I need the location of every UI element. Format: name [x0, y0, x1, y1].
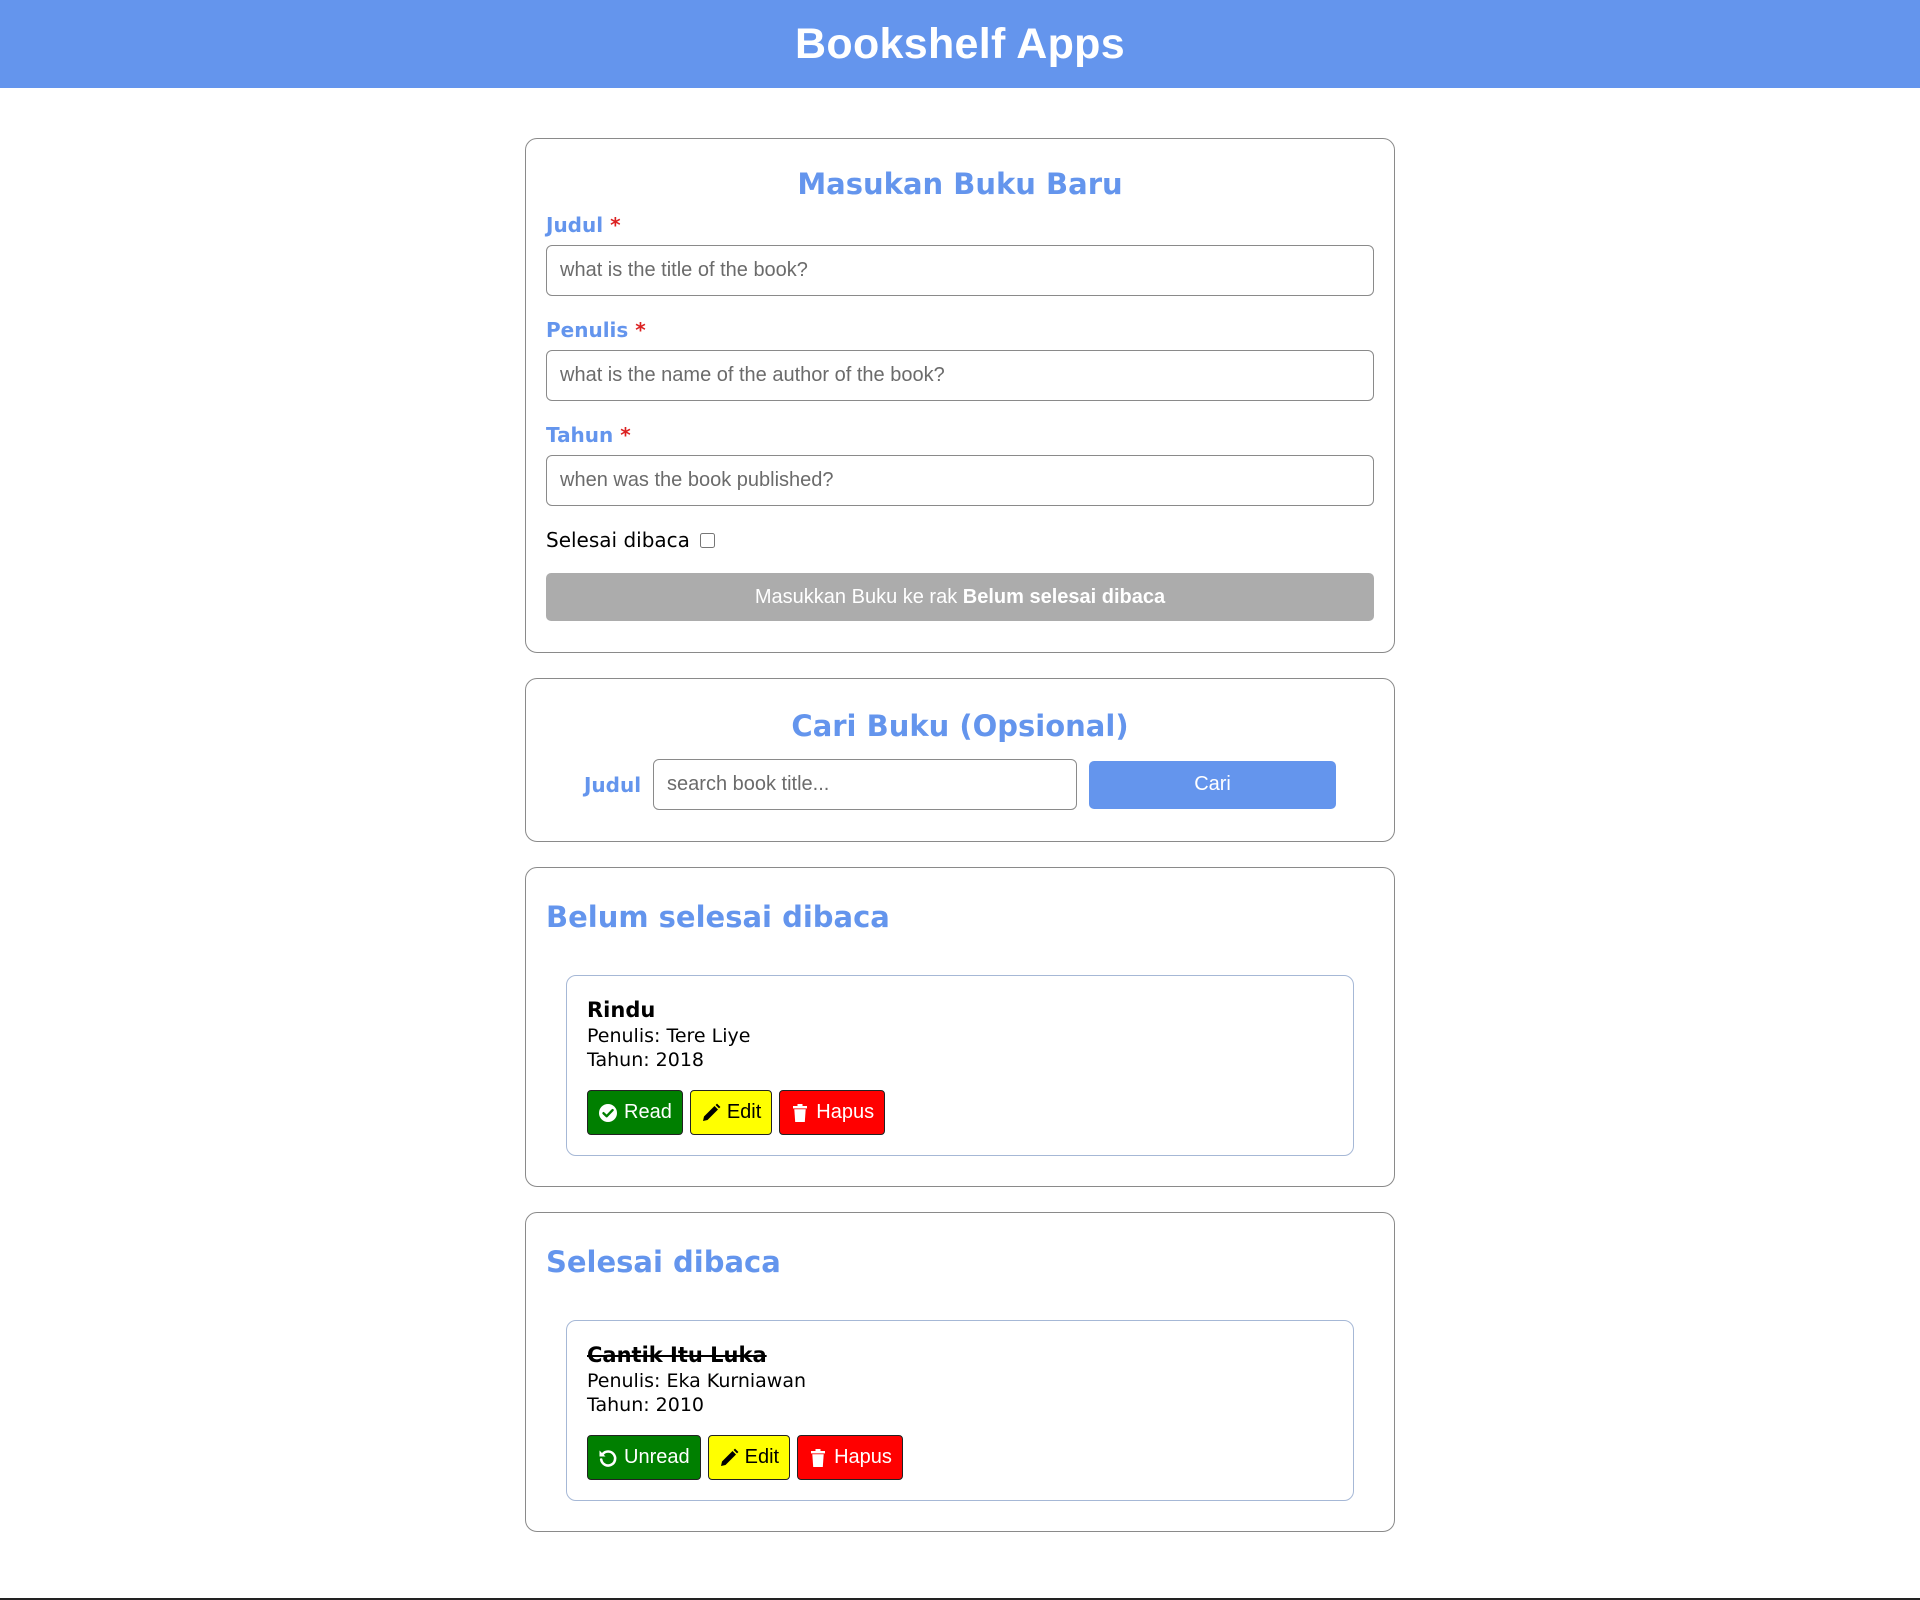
book-author: Penulis: Tere Liye	[587, 1025, 751, 1047]
trash-icon	[811, 1448, 826, 1467]
book-year-input[interactable]	[546, 455, 1374, 506]
search-section: Cari Buku (Opsional) Judul Cari	[525, 678, 1395, 842]
book-year: Tahun: 2018	[587, 1049, 705, 1071]
author-label-text: Penulis	[546, 318, 629, 342]
trash-icon	[793, 1103, 808, 1122]
submit-shelf-name: Belum selesai dibaca	[962, 585, 1166, 608]
required-mark: *	[635, 318, 646, 342]
complete-checkbox-label: Selesai dibaca	[546, 528, 690, 552]
title-field-label: Judul *	[546, 213, 1374, 237]
edit-button[interactable]: Edit	[689, 1090, 773, 1135]
book-item: Rindu Penulis: Tere Liye Tahun: 2018 Rea…	[566, 975, 1354, 1156]
book-title: Cantik Itu Luka	[587, 1343, 767, 1367]
incomplete-shelf: Belum selesai dibaca Rindu Penulis: Tere…	[525, 867, 1395, 1187]
book-actions: Read Edit Hapus	[587, 1090, 1333, 1135]
title-label-text: Judul	[546, 213, 604, 237]
author-field-label: Penulis *	[546, 318, 1374, 342]
required-mark: *	[620, 423, 631, 447]
search-section-title: Cari Buku (Opsional)	[791, 709, 1129, 743]
search-button[interactable]: Cari	[1089, 760, 1337, 809]
main-content: Masukan Buku Baru Judul * Penulis * Tahu…	[525, 138, 1395, 1532]
complete-shelf-title: Selesai dibaca	[546, 1245, 781, 1279]
edit-label: Edit	[744, 1446, 780, 1468]
rotate-left-icon	[599, 1449, 617, 1467]
year-label-text: Tahun	[546, 423, 614, 447]
complete-checkbox-row: Selesai dibaca	[546, 528, 1374, 552]
edit-button[interactable]: Edit	[707, 1435, 791, 1480]
pencil-icon	[702, 1103, 721, 1121]
delete-button[interactable]: Hapus	[779, 1090, 886, 1135]
submit-book-button[interactable]: Masukkan Buku ke rak Belum selesai dibac…	[546, 573, 1374, 621]
app-header: Bookshelf Apps	[0, 0, 1920, 88]
mark-read-button[interactable]: Read	[587, 1090, 683, 1135]
search-input[interactable]	[653, 759, 1078, 810]
mark-unread-label: Unread	[624, 1446, 690, 1468]
check-circle-icon	[599, 1103, 617, 1122]
year-field-label: Tahun *	[546, 423, 1374, 447]
search-row: Judul Cari	[546, 759, 1374, 810]
complete-shelf: Selesai dibaca Cantik Itu Luka Penulis: …	[525, 1212, 1395, 1532]
required-mark: *	[610, 213, 621, 237]
edit-label: Edit	[726, 1101, 762, 1123]
search-label: Judul	[583, 772, 642, 797]
complete-checkbox[interactable]	[699, 532, 715, 548]
book-title: Rindu	[587, 998, 656, 1022]
input-book-section: Masukan Buku Baru Judul * Penulis * Tahu…	[525, 138, 1395, 653]
book-year: Tahun: 2010	[587, 1394, 705, 1416]
mark-read-label: Read	[624, 1101, 672, 1123]
book-author-input[interactable]	[546, 350, 1374, 401]
book-actions: Unread Edit Hapus	[587, 1435, 1333, 1480]
mark-unread-button[interactable]: Unread	[587, 1435, 701, 1480]
input-section-title: Masukan Buku Baru	[797, 167, 1123, 201]
delete-button[interactable]: Hapus	[797, 1435, 903, 1480]
book-title-input[interactable]	[546, 245, 1374, 296]
pencil-icon	[720, 1448, 739, 1466]
delete-label: Hapus	[834, 1446, 892, 1468]
incomplete-shelf-title: Belum selesai dibaca	[546, 900, 890, 934]
app-title: Bookshelf Apps	[795, 19, 1125, 68]
submit-prefix: Masukkan Buku ke rak	[754, 585, 963, 608]
book-item: Cantik Itu Luka Penulis: Eka Kurniawan T…	[566, 1320, 1354, 1501]
book-author: Penulis: Eka Kurniawan	[587, 1370, 807, 1392]
delete-label: Hapus	[816, 1101, 875, 1123]
